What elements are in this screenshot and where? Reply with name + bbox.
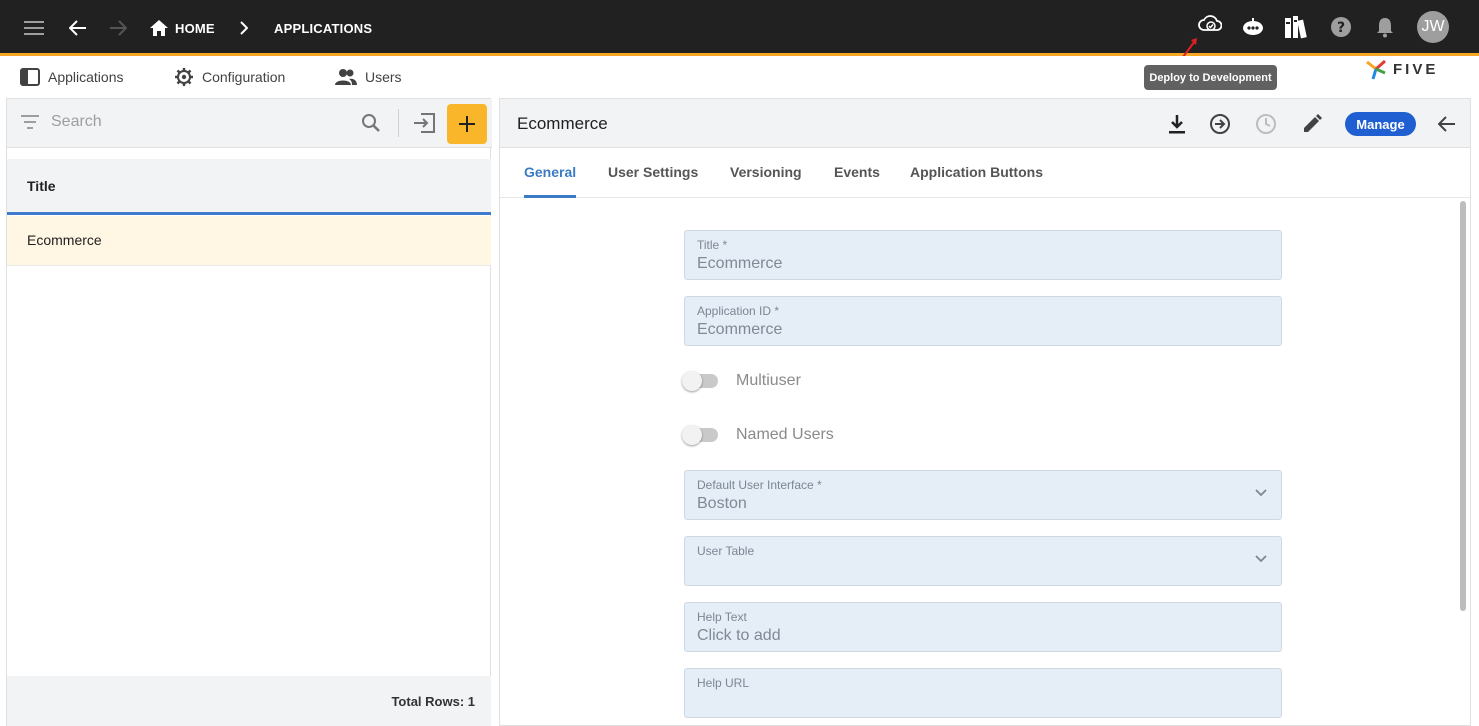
- help-icon[interactable]: ?: [1328, 14, 1354, 40]
- help-url-field[interactable]: Help URL: [684, 668, 1282, 718]
- divider: [398, 109, 399, 137]
- five-logo: FIVE: [1365, 58, 1438, 80]
- filter-icon[interactable]: [21, 115, 39, 134]
- field-label: Default User Interface *: [697, 478, 822, 492]
- breadcrumb-home: HOME: [175, 20, 215, 36]
- field-label: Application ID *: [697, 304, 780, 318]
- total-rows: Total Rows: 1: [391, 694, 475, 709]
- field-value: Ecommerce: [697, 255, 783, 272]
- bell-icon[interactable]: [1372, 14, 1398, 40]
- field-label: Title *: [697, 238, 728, 252]
- home-icon: [150, 20, 168, 36]
- manage-button[interactable]: Manage: [1345, 112, 1416, 136]
- back-arrow-icon[interactable]: [1434, 111, 1460, 137]
- menu-item-label: Configuration: [202, 69, 286, 85]
- application-detail-panel: Ecommerce Manage General User Settings V…: [499, 98, 1471, 726]
- toggle-knob: [682, 425, 702, 445]
- multiuser-toggle-row: Multiuser: [682, 369, 801, 393]
- panel-icon: [20, 68, 40, 86]
- menu-item-applications[interactable]: Applications: [20, 62, 124, 92]
- forward-arrow-icon[interactable]: [106, 16, 130, 40]
- menu-icon[interactable]: [22, 16, 46, 40]
- search-bar: Search: [7, 99, 492, 148]
- named-users-toggle-row: Named Users: [682, 423, 834, 447]
- chevron-right-icon: [236, 18, 252, 38]
- field-label: Help Text: [697, 610, 747, 624]
- list-item-title: Ecommerce: [27, 232, 102, 248]
- detail-title: Ecommerce: [517, 114, 608, 133]
- search-icon[interactable]: [361, 113, 381, 138]
- gear-icon: [175, 68, 193, 86]
- field-value: Click to add: [697, 627, 781, 644]
- logo-text: FIVE: [1393, 60, 1439, 78]
- enter-icon[interactable]: [1207, 111, 1233, 137]
- title-field[interactable]: Title * Ecommerce: [684, 230, 1282, 280]
- list-footer: Total Rows: 1: [7, 676, 491, 726]
- tab-general[interactable]: General: [524, 164, 576, 180]
- application-id-field[interactable]: Application ID * Ecommerce: [684, 296, 1282, 346]
- tab-user-settings[interactable]: User Settings: [608, 164, 698, 180]
- search-input[interactable]: Search: [51, 113, 102, 131]
- users-icon: [335, 69, 357, 85]
- applications-list-panel: Search Title Ecommerce Total Rows: 1: [6, 98, 492, 726]
- breadcrumb-applications[interactable]: APPLICATIONS: [274, 18, 372, 38]
- menu-item-label: Applications: [48, 69, 124, 85]
- history-icon[interactable]: [1253, 111, 1279, 137]
- field-label: Help URL: [697, 676, 750, 690]
- toggle-label: Named Users: [736, 426, 834, 443]
- user-table-select[interactable]: User Table: [684, 536, 1282, 586]
- detail-header: Ecommerce Manage: [500, 99, 1470, 148]
- library-icon[interactable]: [1283, 13, 1309, 41]
- chevron-down-icon: [1255, 555, 1267, 563]
- back-arrow-icon[interactable]: [66, 16, 90, 40]
- field-value: Ecommerce: [697, 321, 783, 338]
- list-item[interactable]: Ecommerce: [7, 216, 491, 266]
- named-users-toggle[interactable]: [682, 425, 718, 445]
- import-icon[interactable]: [413, 113, 435, 138]
- tab-application-buttons[interactable]: Application Buttons: [910, 164, 1043, 180]
- menu-item-label: Users: [365, 69, 402, 85]
- cloud-deploy-icon[interactable]: [1197, 12, 1223, 38]
- home-breadcrumb[interactable]: HOME: [150, 16, 215, 40]
- avatar[interactable]: JW: [1417, 11, 1449, 43]
- deploy-tooltip: Deploy to Development: [1144, 65, 1277, 90]
- column-header[interactable]: Title: [7, 159, 491, 215]
- toggle-knob: [682, 371, 702, 391]
- tab-events[interactable]: Events: [834, 164, 880, 180]
- toggle-label: Multiuser: [736, 372, 801, 389]
- column-header-title: Title: [27, 178, 56, 194]
- tab-bar: General User Settings Versioning Events …: [500, 148, 1470, 198]
- chatbot-icon[interactable]: [1240, 14, 1266, 40]
- plus-icon: [459, 116, 475, 132]
- download-icon[interactable]: [1164, 111, 1190, 137]
- chevron-down-icon: [1255, 489, 1267, 497]
- edit-icon[interactable]: [1299, 111, 1325, 137]
- scrollbar[interactable]: [1460, 201, 1466, 611]
- multiuser-toggle[interactable]: [682, 371, 718, 391]
- menu-item-users[interactable]: Users: [335, 62, 402, 92]
- top-bar: HOME APPLICATIONS ? JW: [0, 0, 1479, 56]
- active-tab-indicator: [524, 195, 576, 198]
- menu-item-configuration[interactable]: Configuration: [174, 62, 285, 92]
- default-ui-select[interactable]: Default User Interface * Boston: [684, 470, 1282, 520]
- svg-text:?: ?: [1337, 20, 1345, 36]
- field-value: Boston: [697, 495, 747, 512]
- tab-versioning[interactable]: Versioning: [730, 164, 802, 180]
- add-button[interactable]: [447, 104, 487, 144]
- help-text-field[interactable]: Help Text Click to add: [684, 602, 1282, 652]
- field-label: User Table: [697, 544, 755, 558]
